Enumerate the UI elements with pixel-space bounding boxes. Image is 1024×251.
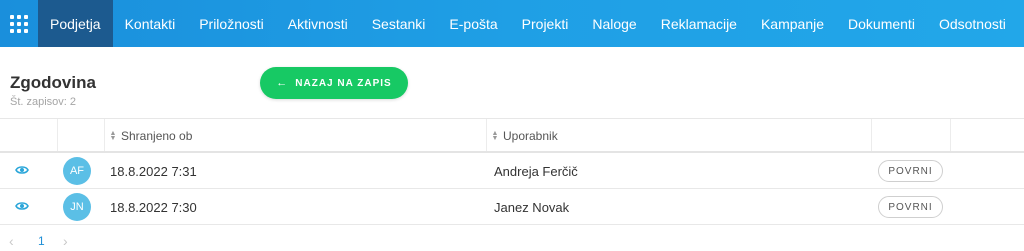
restore-button[interactable]: POVRNI xyxy=(878,196,943,218)
table-row: AF 18.8.2022 7:31 Andreja Ferčič POVRNI xyxy=(0,153,1024,189)
column-header-user[interactable]: ▲ ▼ Uporabnik xyxy=(491,119,558,152)
grid-icon xyxy=(10,14,28,33)
column-header-label: Uporabnik xyxy=(503,128,558,143)
column-header-label: Shranjeno ob xyxy=(121,128,193,143)
top-navigation: Podjetja Kontakti Priložnosti Aktivnosti… xyxy=(0,0,1024,47)
chevron-left-icon[interactable]: ‹ xyxy=(9,233,14,249)
nav-item-odsotnosti[interactable]: Odsotnosti xyxy=(927,0,1018,47)
table-row: JN 18.8.2022 7:30 Janez Novak POVRNI xyxy=(0,189,1024,225)
apps-menu-button[interactable] xyxy=(0,0,38,47)
column-divider xyxy=(871,119,872,151)
record-count: Št. zapisov: 2 xyxy=(10,96,77,108)
restore-button[interactable]: POVRNI xyxy=(878,160,943,182)
nav-item-reklamacije[interactable]: Reklamacije xyxy=(649,0,749,47)
column-divider xyxy=(104,119,105,151)
eye-icon[interactable] xyxy=(15,165,29,175)
arrow-left-icon: ← xyxy=(276,77,289,89)
history-table: ▲ ▼ Shranjeno ob ▲ ▼ Uporabnik AF 18.8.202… xyxy=(0,118,1024,225)
nav-item-dokumenti[interactable]: Dokumenti xyxy=(836,0,927,47)
nav-item-naloge[interactable]: Naloge xyxy=(580,0,648,47)
nav-item-sestanki[interactable]: Sestanki xyxy=(360,0,438,47)
page-title: Zgodovina xyxy=(10,73,96,92)
sort-icon: ▲ ▼ xyxy=(491,129,499,142)
avatar: AF xyxy=(63,157,91,185)
nav-item-podjetja[interactable]: Podjetja xyxy=(38,0,113,47)
eye-icon[interactable] xyxy=(15,201,29,211)
nav-item-kampanje[interactable]: Kampanje xyxy=(749,0,836,47)
back-to-record-button[interactable]: ← NAZAJ NA ZAPIS xyxy=(260,67,408,99)
avatar: JN xyxy=(63,193,91,221)
saved-at-cell: 18.8.2022 7:30 xyxy=(110,199,197,215)
column-divider xyxy=(950,119,951,151)
user-cell: Janez Novak xyxy=(494,199,570,215)
column-divider xyxy=(57,119,58,151)
nav-item-aktivnosti[interactable]: Aktivnosti xyxy=(276,0,360,47)
sort-icon: ▲ ▼ xyxy=(109,129,117,142)
back-to-record-label: NAZAJ NA ZAPIS xyxy=(295,77,392,89)
user-cell: Andreja Ferčič xyxy=(494,163,578,179)
column-header-saved-at[interactable]: ▲ ▼ Shranjeno ob xyxy=(109,119,193,152)
nav-item-priloznosti[interactable]: Priložnosti xyxy=(187,0,276,47)
page-number[interactable]: 1 xyxy=(38,234,45,248)
table-header: ▲ ▼ Shranjeno ob ▲ ▼ Uporabnik xyxy=(0,118,1024,153)
chevron-right-icon[interactable]: › xyxy=(63,233,68,249)
column-divider xyxy=(486,119,487,151)
nav-item-e-posta[interactable]: E-pošta xyxy=(437,0,509,47)
saved-at-cell: 18.8.2022 7:31 xyxy=(110,163,197,179)
pagination: ‹ 1 › xyxy=(0,233,200,251)
nav-item-kontakti[interactable]: Kontakti xyxy=(113,0,188,47)
nav-item-projekti[interactable]: Projekti xyxy=(510,0,581,47)
